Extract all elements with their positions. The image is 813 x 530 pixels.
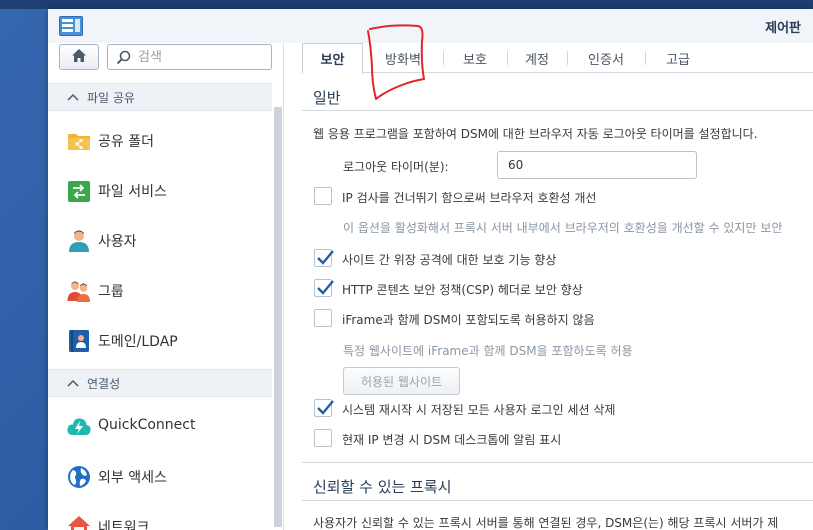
logout-timer-input[interactable] [497,151,697,179]
home-icon [71,48,87,67]
logout-timer-label: 로그아웃 타이머(분): [343,160,449,174]
sidebar-item-file-services[interactable]: 파일 서비스 [48,166,272,214]
tab-firewall[interactable]: 방화벽 [363,43,443,73]
sidebar-item-label: 파일 서비스 [98,184,167,200]
ip-change-notify-label[interactable]: 현재 IP 변경 시 DSM 데스크톱에 알림 표시 [342,431,561,448]
sidebar-item-label: 사용자 [98,234,137,250]
ip-change-notify-checkbox[interactable] [314,429,332,447]
checkmark-icon [317,400,334,415]
sidebar-item-group[interactable]: 그룹 [48,266,272,314]
control-panel-window: 제어판 파일 공유 [48,9,813,530]
tab-certificate[interactable]: 인증서 [567,43,645,73]
checkmark-icon [317,250,334,265]
control-panel-app-icon [59,16,83,36]
section-divider [302,500,813,501]
clear-sessions-label[interactable]: 시스템 재시작 시 저장된 모든 사용자 로그인 세션 삭제 [342,401,615,418]
csp-header-checkbox[interactable] [314,279,334,297]
desktop-top-strip [0,0,813,9]
quickconnect-icon [67,415,91,439]
sidebar-item-label: QuickConnect [98,417,196,433]
sidebar-item-label: 외부 액세스 [98,470,167,486]
home-button[interactable] [59,44,99,70]
section-divider [302,462,813,463]
sidebar-item-label: 도메인/LDAP [98,334,178,350]
sidebar-item-external-access[interactable]: 외부 액세스 [48,452,272,500]
csrf-protection-checkbox[interactable] [314,249,334,267]
sidebar: 파일 공유 공유 폴더 [48,43,284,530]
ip-check-checkbox[interactable] [314,187,332,205]
logout-timer-description: 웹 응용 프로그램을 포함하여 DSM에 대한 브라우저 자동 로그아웃 타이머… [313,127,758,141]
trusted-proxy-description: 사용자가 신뢰할 수 있는 프록시 서버를 통해 연결된 경우, DSM은(는)… [313,516,779,530]
sidebar-scrollbar[interactable] [274,107,282,527]
section-label: 파일 공유 [87,90,135,105]
file-services-icon [67,179,91,203]
sidebar-item-domain-ldap[interactable]: 도메인/LDAP [48,316,272,364]
csrf-protection-label[interactable]: 사이트 간 위장 공격에 대한 보호 기능 향상 [342,251,556,268]
csp-header-label[interactable]: HTTP 콘텐츠 보안 정책(CSP) 헤더로 보안 향상 [342,281,583,298]
group-icon [67,279,91,303]
tab-advanced[interactable]: 고급 [645,43,711,73]
ip-check-label[interactable]: IP 검사를 건너뛰기 함으로써 브라우저 호환성 개선 [342,189,596,206]
sidebar-item-user[interactable]: 사용자 [48,216,272,264]
allowed-websites-button[interactable]: 허용된 웹사이트 [343,367,460,395]
sidebar-item-label: 그룹 [98,284,124,300]
sidebar-item-label: 공유 폴더 [98,134,154,150]
search-icon [116,50,131,69]
domain-ldap-icon [67,329,91,353]
window-title: 제어판 [765,21,801,36]
tab-account[interactable]: 계정 [507,43,567,73]
iframe-block-label[interactable]: iFrame과 함께 DSM이 포함되도록 허용하지 않음 [342,311,595,328]
ip-check-note: 이 옵션을 활성화해서 프록시 서버 내부에서 브라우저의 호환성을 개선할 수… [343,221,783,235]
sidebar-item-shared-folder[interactable]: 공유 폴더 [48,116,272,164]
section-divider [302,110,813,111]
globe-icon [67,465,91,489]
chevron-up-icon [67,93,79,101]
tab-security[interactable]: 보안 [302,43,363,74]
section-label: 연결성 [87,376,121,391]
sidebar-scroll-thumb[interactable] [274,107,282,527]
iframe-note: 특정 웹사이트에 iFrame과 함께 DSM을 포함하도록 허용 [343,344,633,358]
search-box[interactable] [107,44,272,70]
tab-bar: 보안 방화벽 보호 계정 인증서 고급 [302,43,813,74]
iframe-block-checkbox[interactable] [314,309,332,327]
section-title-trusted-proxy: 신뢰할 수 있는 프록시 [313,478,452,496]
section-header-connectivity[interactable]: 연결성 [48,369,272,397]
section-header-file-sharing[interactable]: 파일 공유 [48,83,272,111]
section-title-general: 일반 [313,89,341,107]
search-input[interactable] [138,48,266,66]
tab-protection[interactable]: 보호 [443,43,507,73]
checkmark-icon [317,280,334,295]
sidebar-item-quickconnect[interactable]: QuickConnect [48,402,272,450]
shared-folder-icon [67,129,91,153]
network-house-icon [67,515,91,530]
clear-sessions-checkbox[interactable] [314,399,334,417]
sidebar-item-network[interactable]: 네트워크 [48,502,272,530]
user-icon [67,229,91,253]
chevron-up-icon [67,379,79,387]
sidebar-item-label: 네트워크 [98,520,150,530]
window-titlebar[interactable]: 제어판 [48,9,813,43]
